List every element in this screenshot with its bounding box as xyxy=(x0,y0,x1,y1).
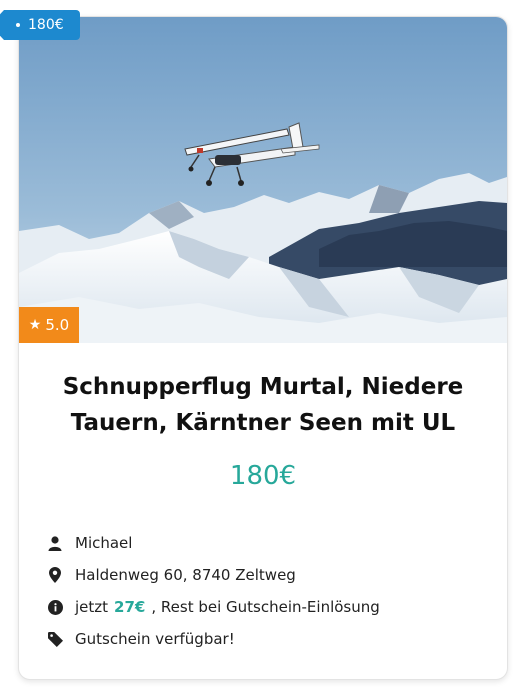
price-badge: 180€ xyxy=(0,10,80,40)
offer-card[interactable]: ★ 5.0 Schnupperflug Murtal, Niedere Taue… xyxy=(18,16,508,680)
mountain-airplane-photo xyxy=(19,17,507,343)
offer-details: Michael Haldenweg 60, 8740 Zeltweg jetzt… xyxy=(47,527,487,655)
rating-value: 5.0 xyxy=(45,316,70,334)
star-icon: ★ xyxy=(28,317,42,333)
voucher-text: Gutschein verfügbar! xyxy=(75,630,235,648)
address-text: Haldenweg 60, 8740 Zeltweg xyxy=(75,566,296,584)
user-icon xyxy=(47,535,63,551)
offer-title[interactable]: Schnupperflug Murtal, Niedere Tauern, Kä… xyxy=(49,369,477,441)
info-icon xyxy=(47,599,63,615)
deposit-row: jetzt 27€ , Rest bei Gutschein-Einlösung xyxy=(47,591,487,623)
deposit-amount: 27€ xyxy=(114,598,146,616)
address-row: Haldenweg 60, 8740 Zeltweg xyxy=(47,559,487,591)
tag-icon xyxy=(47,631,63,647)
deposit-prefix: jetzt xyxy=(75,598,109,616)
map-pin-icon xyxy=(47,567,63,583)
rating-badge: ★ 5.0 xyxy=(19,307,79,343)
voucher-row: Gutschein verfügbar! xyxy=(47,623,487,655)
badge-dot xyxy=(16,23,20,27)
offer-price: 180€ xyxy=(229,461,297,491)
host-name: Michael xyxy=(75,534,133,552)
price-badge-label: 180€ xyxy=(28,17,64,33)
host-row: Michael xyxy=(47,527,487,559)
hero-image[interactable]: ★ 5.0 xyxy=(19,17,507,343)
deposit-suffix: , Rest bei Gutschein-Einlösung xyxy=(151,598,380,616)
